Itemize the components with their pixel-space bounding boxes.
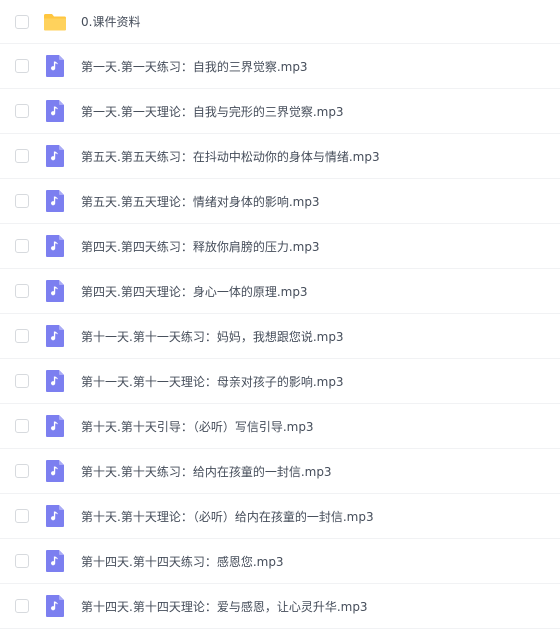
row-checkbox[interactable] [15,374,29,388]
row-checkbox[interactable] [15,14,29,29]
file-row[interactable]: 第十四天.第十四天理论：爱与感恩，让心灵升华.mp3 [0,584,560,629]
file-row[interactable]: 第一天.第一天练习：自我的三界觉察.mp3 [0,44,560,89]
audio-file-icon [42,368,68,394]
file-name[interactable]: 第四天.第四天理论：身心一体的原理.mp3 [81,283,308,300]
file-row[interactable]: 第五天.第五天理论：情绪对身体的影响.mp3 [0,179,560,224]
file-name[interactable]: 第四天.第四天练习：释放你肩膀的压力.mp3 [81,238,320,255]
audio-file-icon [42,503,68,529]
audio-file-icon [42,548,68,574]
file-row[interactable]: 第四天.第四天练习：释放你肩膀的压力.mp3 [0,224,560,269]
folder-row[interactable]: 0.课件资料 [0,0,560,44]
row-checkbox[interactable] [15,509,29,523]
audio-file-icon [42,98,68,124]
row-checkbox[interactable] [15,104,29,118]
file-name[interactable]: 第五天.第五天练习：在抖动中松动你的身体与情绪.mp3 [81,148,380,165]
file-list: 0.课件资料第一天.第一天练习：自我的三界觉察.mp3 第一天.第一天理论：自我与… [0,0,560,630]
row-checkbox[interactable] [15,149,29,163]
file-row[interactable]: 第十一天.第十一天理论：母亲对孩子的影响.mp3 [0,359,560,404]
file-name[interactable]: 第十四天.第十四天理论：爱与感恩，让心灵升华.mp3 [81,598,368,615]
audio-file-icon [42,53,68,79]
audio-file-icon [42,233,68,259]
file-row[interactable]: 第五天.第五天练习：在抖动中松动你的身体与情绪.mp3 [0,134,560,179]
file-row[interactable]: 第十一天.第十一天练习：妈妈，我想跟您说.mp3 [0,314,560,359]
row-checkbox[interactable] [15,464,29,478]
audio-file-icon [42,413,68,439]
file-row[interactable]: 第十天.第十天理论：（必听）给内在孩童的一封信.mp3 [0,494,560,539]
row-checkbox[interactable] [15,239,29,253]
file-name[interactable]: 0.课件资料 [81,13,140,30]
file-row[interactable]: 第十天.第十天练习：给内在孩童的一封信.mp3 [0,449,560,494]
folder-icon [42,9,68,35]
row-checkbox[interactable] [15,59,29,73]
audio-file-icon [42,278,68,304]
file-name[interactable]: 第十一天.第十一天理论：母亲对孩子的影响.mp3 [81,373,344,390]
file-row[interactable]: 第四天.第四天理论：身心一体的原理.mp3 [0,269,560,314]
audio-file-icon [42,143,68,169]
audio-file-icon [42,323,68,349]
file-name[interactable]: 第十天.第十天练习：给内在孩童的一封信.mp3 [81,463,332,480]
file-name[interactable]: 第五天.第五天理论：情绪对身体的影响.mp3 [81,193,320,210]
file-name[interactable]: 第十一天.第十一天练习：妈妈，我想跟您说.mp3 [81,328,344,345]
audio-file-icon [42,188,68,214]
file-name[interactable]: 第十天.第十天理论：（必听）给内在孩童的一封信.mp3 [81,508,374,525]
audio-file-icon [42,458,68,484]
row-checkbox[interactable] [15,284,29,298]
row-checkbox[interactable] [15,329,29,343]
row-checkbox[interactable] [15,194,29,208]
row-checkbox[interactable] [15,554,29,568]
file-name[interactable]: 第十天.第十天引导：（必听）写信引导.mp3 [81,418,314,435]
row-checkbox[interactable] [15,419,29,433]
file-row[interactable]: 第十天.第十天引导：（必听）写信引导.mp3 [0,404,560,449]
file-name[interactable]: 第十四天.第十四天练习：感恩您.mp3 [81,553,284,570]
file-row[interactable]: 第一天.第一天理论：自我与完形的三界觉察.mp3 [0,89,560,134]
row-checkbox[interactable] [15,599,29,613]
file-row[interactable]: 第十四天.第十四天练习：感恩您.mp3 [0,539,560,584]
file-name[interactable]: 第一天.第一天理论：自我与完形的三界觉察.mp3 [81,103,344,120]
file-name[interactable]: 第一天.第一天练习：自我的三界觉察.mp3 [81,58,308,75]
audio-file-icon [42,593,68,619]
